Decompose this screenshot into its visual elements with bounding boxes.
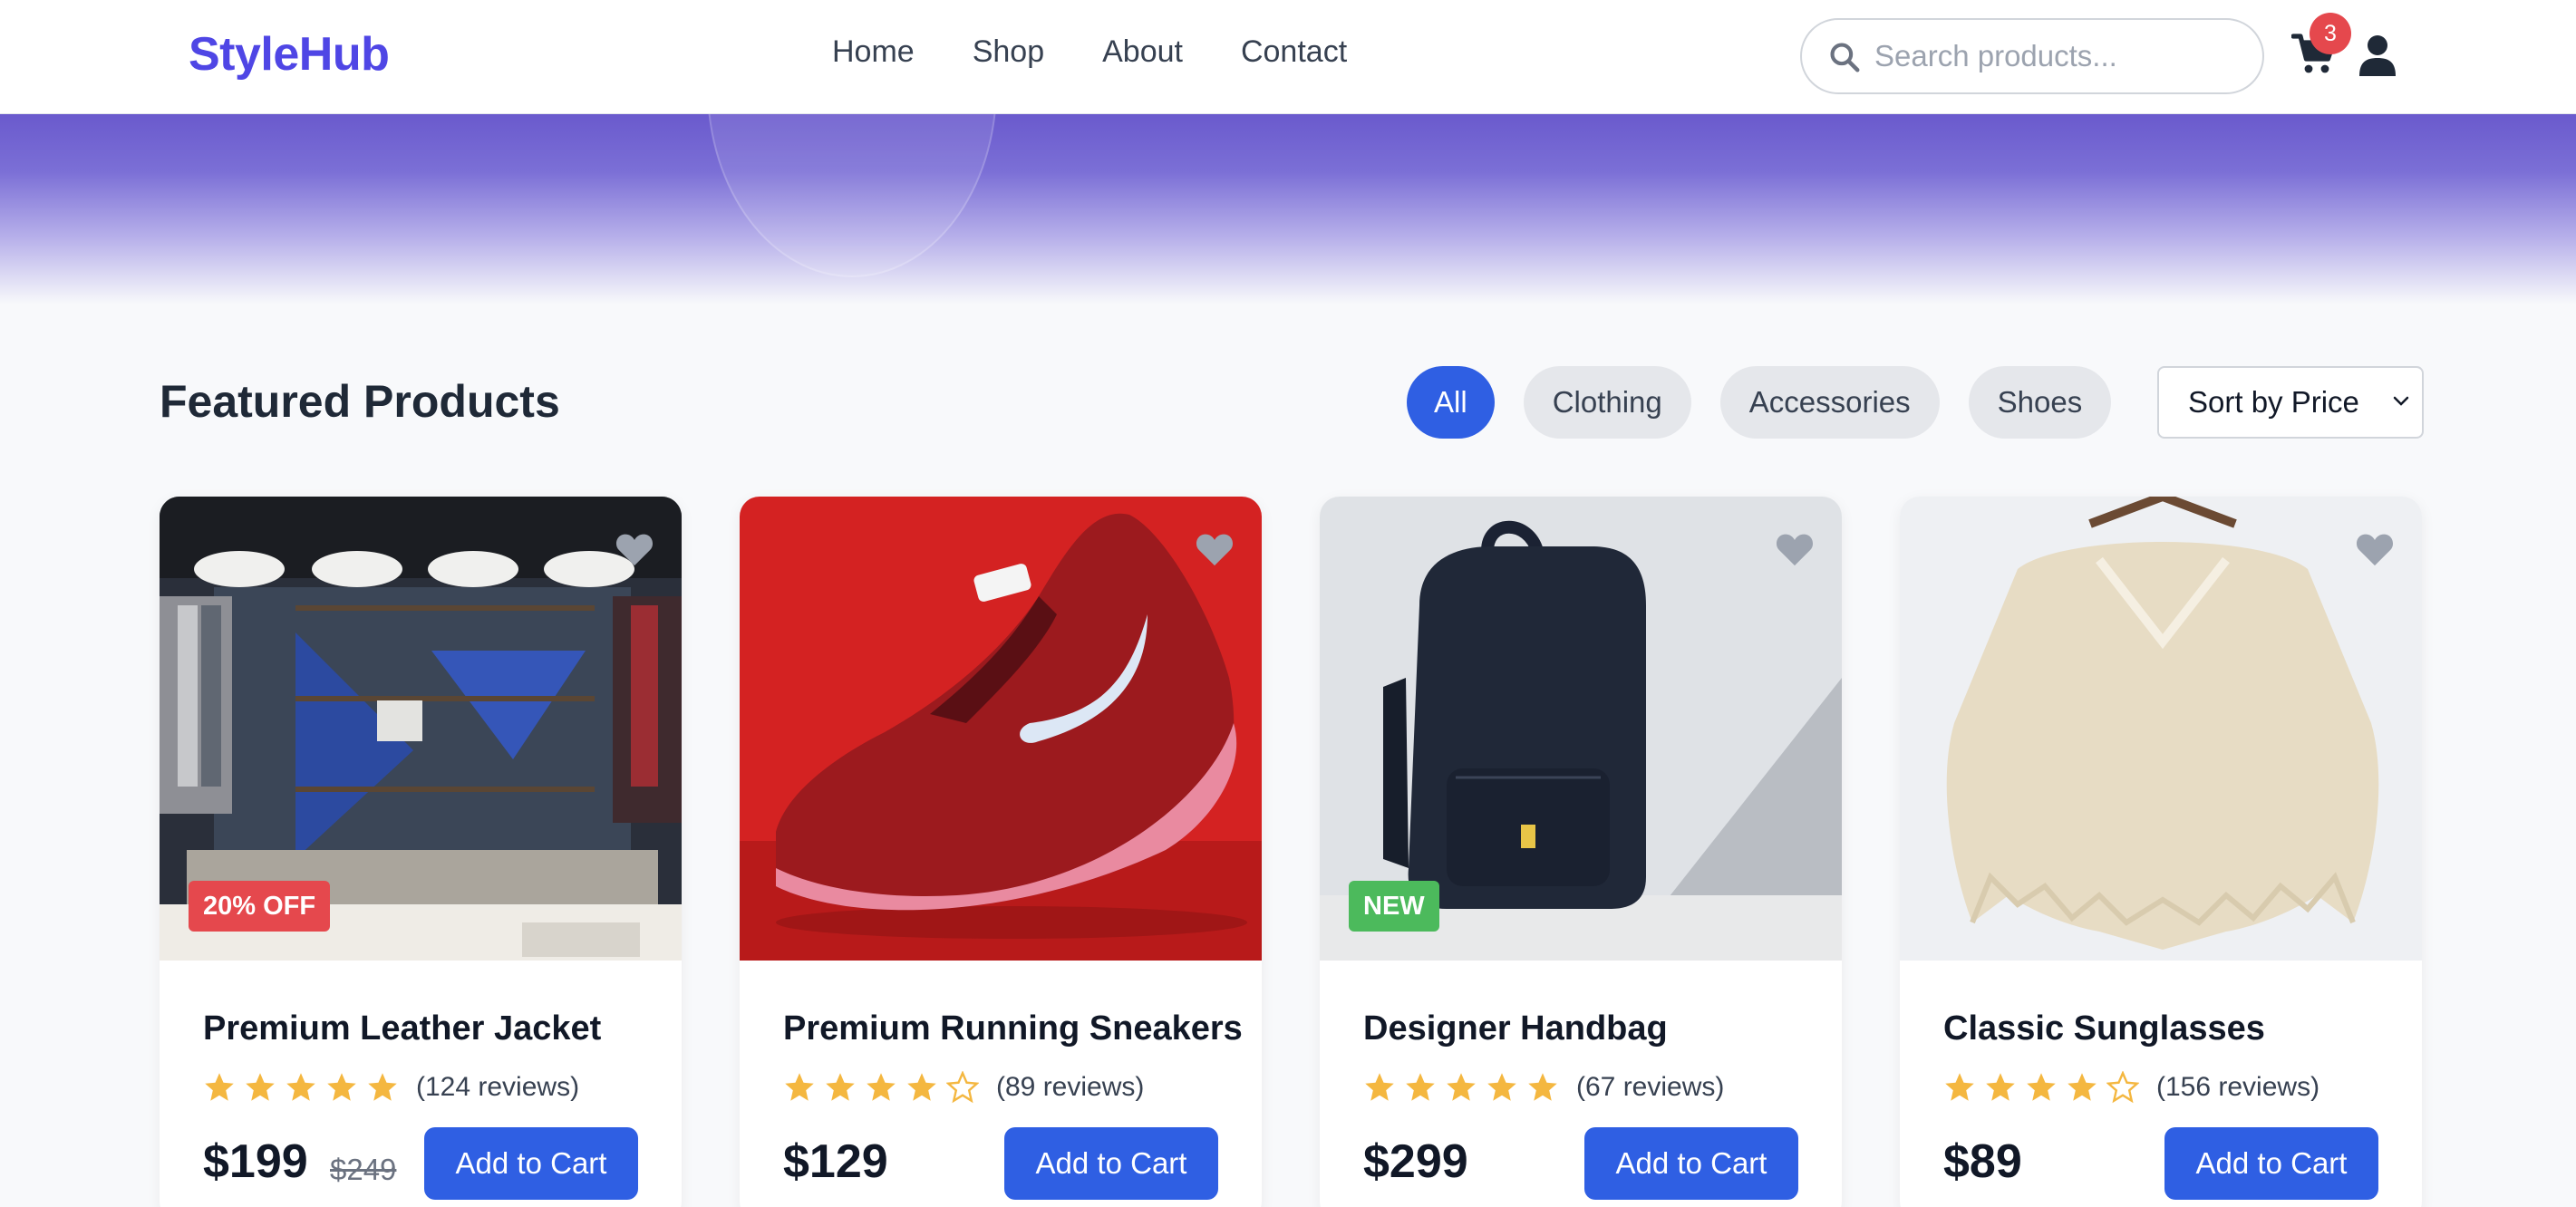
original-price: $249 xyxy=(330,1153,397,1186)
product-card[interactable]: NEW Designer Handbag (67 reviews) $299 A… xyxy=(1320,497,1842,1207)
star-filled-icon xyxy=(1447,1073,1476,1101)
review-count: (67 reviews) xyxy=(1576,1072,1725,1102)
user-icon[interactable] xyxy=(2359,34,2396,76)
star-filled-icon xyxy=(1528,1073,1557,1101)
product-name[interactable]: Classic Sunglasses xyxy=(1943,1009,2265,1048)
product-rating: (124 reviews) xyxy=(203,1071,579,1104)
star-filled-icon xyxy=(2068,1073,2097,1101)
star-filled-icon xyxy=(368,1073,397,1101)
product-card[interactable]: Classic Sunglasses (156 reviews) $89 Add… xyxy=(1900,497,2422,1207)
cart-count-badge: 3 xyxy=(2310,13,2351,54)
add-to-cart-button[interactable]: Add to Cart xyxy=(1004,1127,1218,1200)
hero-banner xyxy=(0,114,2576,304)
category-filters: All Clothing Accessories Shoes xyxy=(1407,366,2112,439)
star-filled-icon xyxy=(1487,1073,1516,1101)
add-to-cart-button[interactable]: Add to Cart xyxy=(424,1127,638,1200)
star-filled-icon xyxy=(785,1073,814,1101)
product-name[interactable]: Premium Leather Jacket xyxy=(203,1009,601,1048)
product-name[interactable]: Premium Running Sneakers xyxy=(783,1009,1243,1048)
top-navbar: StyleHub Home Shop About Contact 3 xyxy=(0,0,2576,114)
review-count: (156 reviews) xyxy=(2156,1072,2320,1102)
product-card[interactable]: 20% OFF Premium Leather Jacket (124 revi… xyxy=(160,497,682,1207)
search-box xyxy=(1800,18,2264,94)
product-card[interactable]: Premium Running Sneakers (89 reviews) $1… xyxy=(740,497,1262,1207)
search-input[interactable] xyxy=(1874,33,2246,80)
star-empty-icon xyxy=(946,1071,979,1104)
star-filled-icon xyxy=(907,1073,936,1101)
add-to-cart-button[interactable]: Add to Cart xyxy=(2164,1127,2378,1200)
star-filled-icon xyxy=(867,1073,896,1101)
product-image[interactable] xyxy=(1900,497,2422,961)
product-name[interactable]: Designer Handbag xyxy=(1363,1009,1668,1048)
star-filled-icon xyxy=(1986,1073,2015,1101)
star-filled-icon xyxy=(2027,1073,2056,1101)
star-empty-icon xyxy=(2106,1071,2139,1104)
filter-all[interactable]: All xyxy=(1407,366,1495,439)
product-price: $299 xyxy=(1363,1135,1468,1188)
filter-clothing[interactable]: Clothing xyxy=(1523,366,1691,439)
search-icon xyxy=(1830,43,1860,72)
star-filled-icon xyxy=(1945,1073,1974,1101)
chevron-down-icon xyxy=(2393,396,2409,406)
nav-link-shop[interactable]: Shop xyxy=(973,34,1044,70)
sort-selected-label: Sort by Price xyxy=(2188,385,2359,419)
review-count: (89 reviews) xyxy=(996,1072,1145,1102)
new-badge: NEW xyxy=(1349,881,1439,932)
filter-accessories[interactable]: Accessories xyxy=(1719,366,1940,439)
product-rating: (156 reviews) xyxy=(1943,1071,2319,1104)
discount-badge: 20% OFF xyxy=(189,881,331,932)
sort-select[interactable]: Sort by Price xyxy=(2157,366,2424,439)
product-price: $199 xyxy=(203,1135,308,1188)
nav-link-about[interactable]: About xyxy=(1102,34,1183,70)
main-nav: Home Shop About Contact xyxy=(832,34,1347,70)
wishlist-heart-icon[interactable] xyxy=(2355,531,2395,567)
star-filled-icon xyxy=(1365,1073,1394,1101)
product-rating: (67 reviews) xyxy=(1363,1071,1724,1104)
product-rating: (89 reviews) xyxy=(783,1071,1144,1104)
product-price: $129 xyxy=(783,1135,888,1188)
star-filled-icon xyxy=(826,1073,855,1101)
section-title: Featured Products xyxy=(160,376,560,427)
star-filled-icon xyxy=(1406,1073,1435,1101)
wishlist-heart-icon[interactable] xyxy=(1775,531,1815,567)
product-price: $89 xyxy=(1943,1135,2022,1188)
star-filled-icon xyxy=(286,1073,315,1101)
add-to-cart-button[interactable]: Add to Cart xyxy=(1584,1127,1798,1200)
brand-logo[interactable]: StyleHub xyxy=(189,27,390,82)
wishlist-heart-icon[interactable] xyxy=(1195,531,1235,567)
star-filled-icon xyxy=(205,1073,234,1101)
hero-decor-circle xyxy=(707,114,997,277)
review-count: (124 reviews) xyxy=(416,1072,580,1102)
nav-link-home[interactable]: Home xyxy=(832,34,915,70)
wishlist-heart-icon[interactable] xyxy=(615,531,654,567)
nav-link-contact[interactable]: Contact xyxy=(1241,34,1347,70)
star-filled-icon xyxy=(246,1073,275,1101)
filter-shoes[interactable]: Shoes xyxy=(1968,366,2112,439)
star-filled-icon xyxy=(327,1073,356,1101)
product-image[interactable] xyxy=(740,497,1262,961)
